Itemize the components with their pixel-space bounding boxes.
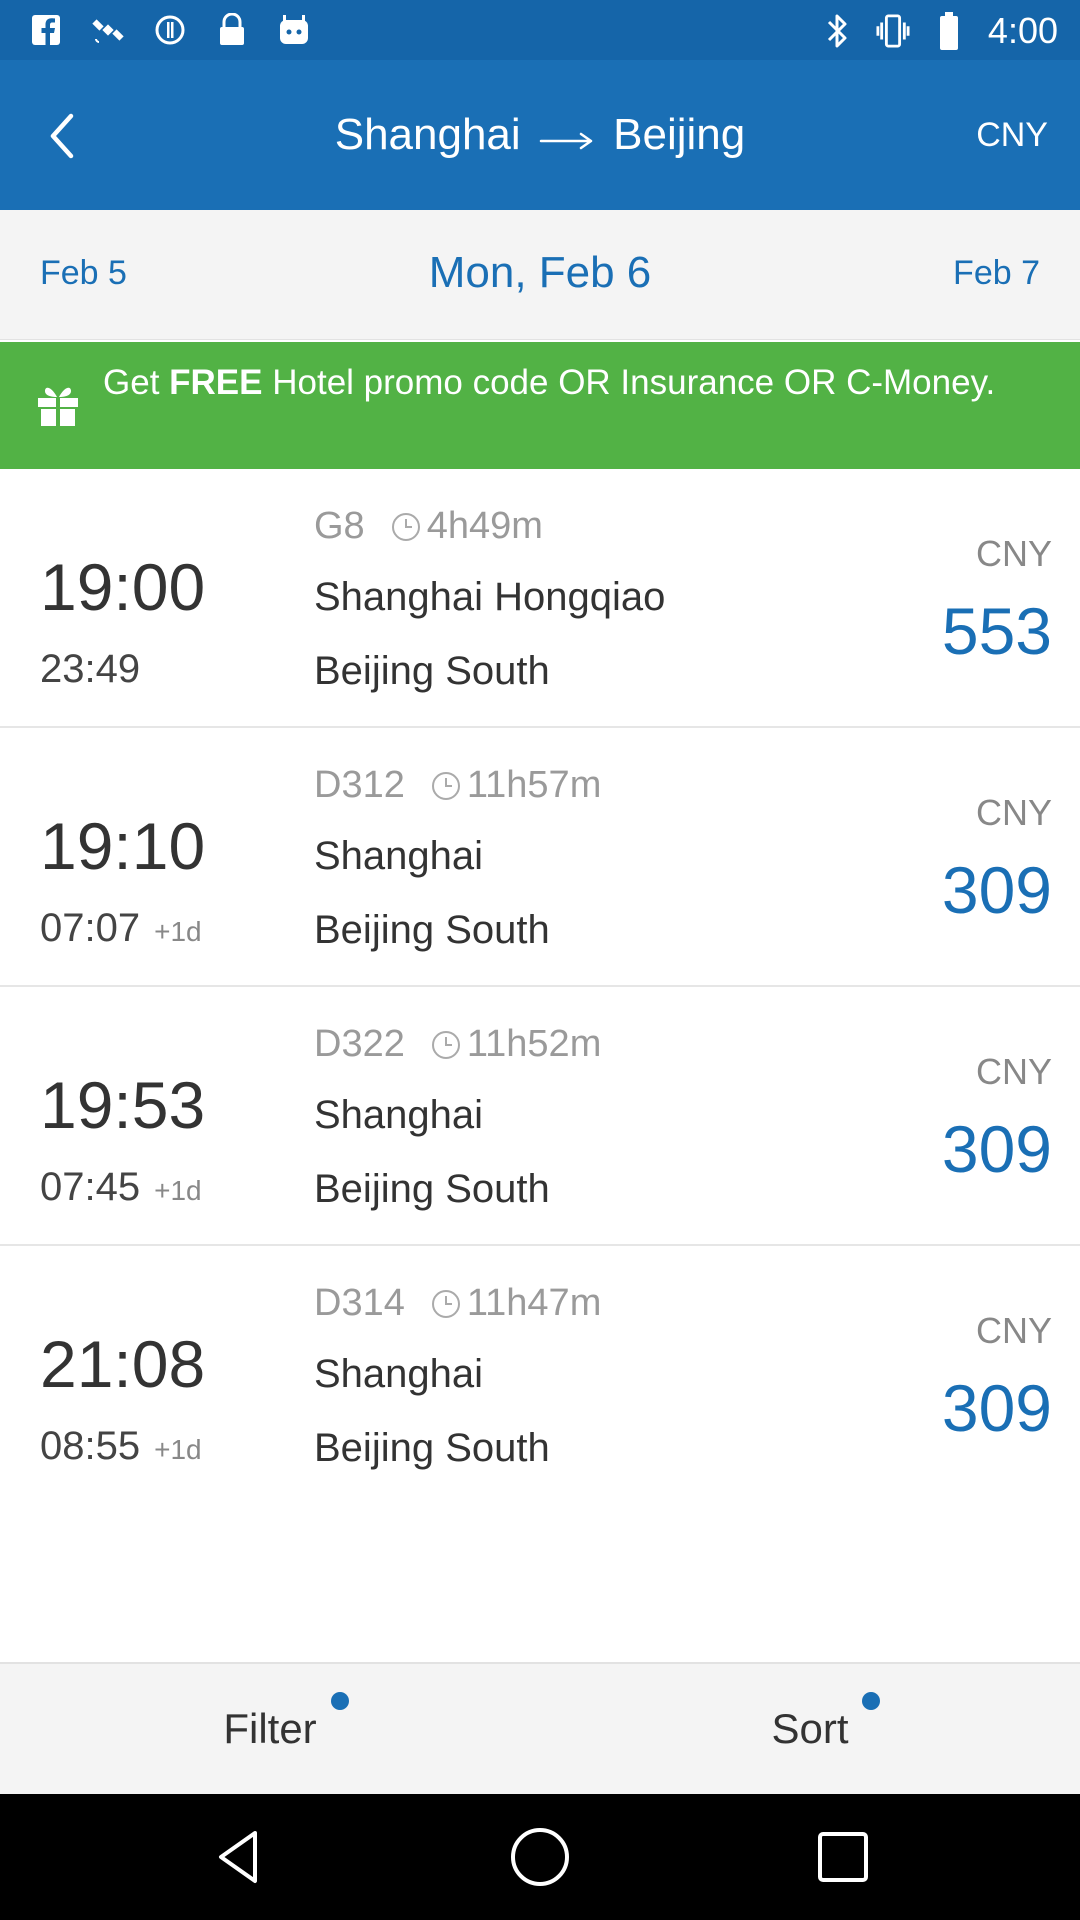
train-number: G8: [314, 505, 365, 547]
duration: 11h52m: [466, 1023, 602, 1065]
train-list: 19:00 23:49 G8 4h49m Shanghai Hongqiao B…: [0, 469, 1080, 1505]
arrival-wrap: 07:45 +1d: [40, 1165, 202, 1210]
battery-icon: [932, 11, 966, 51]
departure-station: Shanghai: [314, 1093, 484, 1137]
departure-time: 19:53: [40, 1068, 206, 1142]
status-bar: 4:00: [0, 0, 1080, 60]
sort-label: Sort: [771, 1705, 849, 1752]
bluetooth-icon: [820, 11, 854, 51]
train-number: D312: [314, 764, 405, 806]
day-offset: +1d: [154, 1175, 202, 1206]
long-arrow-right-icon: [539, 112, 595, 162]
duration: 11h47m: [466, 1282, 602, 1324]
train-row[interactable]: 19:10 07:07 +1d D312 11h57m Shanghai Bei…: [0, 728, 1080, 987]
robot-icon: [276, 12, 312, 48]
train-number: D314: [314, 1282, 405, 1324]
day-offset: +1d: [154, 916, 202, 947]
promo-suffix: Hotel promo code OR Insurance OR C-Money…: [262, 363, 996, 402]
price-currency: CNY: [975, 792, 1052, 833]
square-recents-icon: [818, 1832, 868, 1882]
date-selector: Feb 5 Mon, Feb 6 Feb 7: [0, 210, 1080, 340]
route-title: Shanghai Beijing: [0, 110, 1080, 162]
departure-time: 19:10: [40, 809, 206, 883]
status-right: 4:00: [820, 10, 1058, 52]
price: 309: [941, 1371, 1052, 1445]
train-row[interactable]: 19:00 23:49 G8 4h49m Shanghai Hongqiao B…: [0, 469, 1080, 728]
departure-station: Shanghai: [314, 834, 484, 878]
status-left-icons: [28, 12, 312, 48]
duration: 4h49m: [426, 505, 543, 547]
duration: 11h57m: [466, 764, 602, 806]
departure-time: 21:08: [40, 1327, 206, 1401]
train-row[interactable]: 21:08 08:55 +1d D314 11h47m Shanghai Bei…: [0, 1246, 1080, 1505]
route-from: Shanghai: [334, 110, 521, 159]
status-time: 4:00: [987, 10, 1058, 51]
promo-prefix: Get: [103, 363, 170, 402]
nav-recents-button[interactable]: [810, 1824, 876, 1890]
back-button[interactable]: [32, 106, 92, 166]
arrival-station: Beijing South: [314, 1167, 550, 1211]
day-offset: +1d: [154, 1434, 202, 1465]
price: 309: [941, 1112, 1052, 1186]
arrival-time: 23:49: [40, 647, 141, 691]
clock-icon: [431, 771, 461, 801]
filter-label: Filter: [223, 1705, 317, 1752]
sort-button[interactable]: Sort: [540, 1664, 1080, 1794]
nav-back-button[interactable]: [206, 1824, 272, 1890]
price-currency: CNY: [975, 1310, 1052, 1351]
alarm-icon: [152, 12, 188, 48]
train-info: D312 11h57m: [314, 764, 601, 807]
arrival-station: Beijing South: [314, 908, 550, 952]
gift-icon: [36, 384, 80, 428]
triangle-back-icon: [219, 1831, 257, 1883]
promo-text: Get FREE Hotel promo code OR Insurance O…: [103, 360, 1053, 406]
next-date-button[interactable]: Feb 7: [953, 254, 1040, 293]
price: 309: [941, 853, 1052, 927]
lock-icon: [214, 12, 250, 48]
arrival-station: Beijing South: [314, 649, 550, 693]
route-to: Beijing: [613, 110, 746, 159]
promo-banner[interactable]: Get FREE Hotel promo code OR Insurance O…: [0, 342, 1080, 469]
train-info: D314 11h47m: [314, 1282, 601, 1325]
sort-indicator-dot: [862, 1692, 880, 1710]
train-number: D322: [314, 1023, 405, 1065]
arrival-wrap: 23:49: [40, 647, 154, 692]
bottom-action-bar: Filter Sort: [0, 1662, 1080, 1794]
navigation-bar: [0, 1794, 1080, 1920]
train-info: G8 4h49m: [314, 505, 543, 548]
filter-indicator-dot: [331, 1692, 349, 1710]
departure-station: Shanghai: [314, 1352, 484, 1396]
arrival-wrap: 07:07 +1d: [40, 906, 202, 951]
price: 553: [941, 594, 1052, 668]
chevron-left-icon: [50, 113, 74, 159]
nav-home-button[interactable]: [507, 1824, 573, 1890]
app-header: Shanghai Beijing CNY: [0, 60, 1080, 210]
train-row[interactable]: 19:53 07:45 +1d D322 11h52m Shanghai Bei…: [0, 987, 1080, 1246]
circle-home-icon: [511, 1828, 569, 1886]
price-currency: CNY: [975, 1051, 1052, 1092]
departure-station: Shanghai Hongqiao: [314, 575, 666, 619]
current-date-label[interactable]: Mon, Feb 6: [429, 248, 652, 297]
previous-date-button[interactable]: Feb 5: [40, 254, 127, 293]
price-currency: CNY: [975, 533, 1052, 574]
arrival-station: Beijing South: [314, 1426, 550, 1470]
current-date: Mon, Feb 6: [0, 248, 1080, 298]
clock-icon: [391, 512, 421, 542]
satellite-icon: [90, 12, 126, 48]
clock-icon: [431, 1030, 461, 1060]
arrival-wrap: 08:55 +1d: [40, 1424, 202, 1469]
arrival-time: 07:45: [40, 1165, 141, 1209]
promo-highlight: FREE: [169, 363, 263, 402]
vibrate-icon: [876, 11, 910, 51]
departure-time: 19:00: [40, 550, 206, 624]
clock-icon: [431, 1289, 461, 1319]
currency-button[interactable]: CNY: [976, 116, 1048, 155]
arrival-time: 08:55: [40, 1424, 141, 1468]
arrival-time: 07:07: [40, 906, 141, 950]
train-info: D322 11h52m: [314, 1023, 601, 1066]
facebook-icon: [28, 12, 64, 48]
filter-button[interactable]: Filter: [0, 1664, 540, 1794]
